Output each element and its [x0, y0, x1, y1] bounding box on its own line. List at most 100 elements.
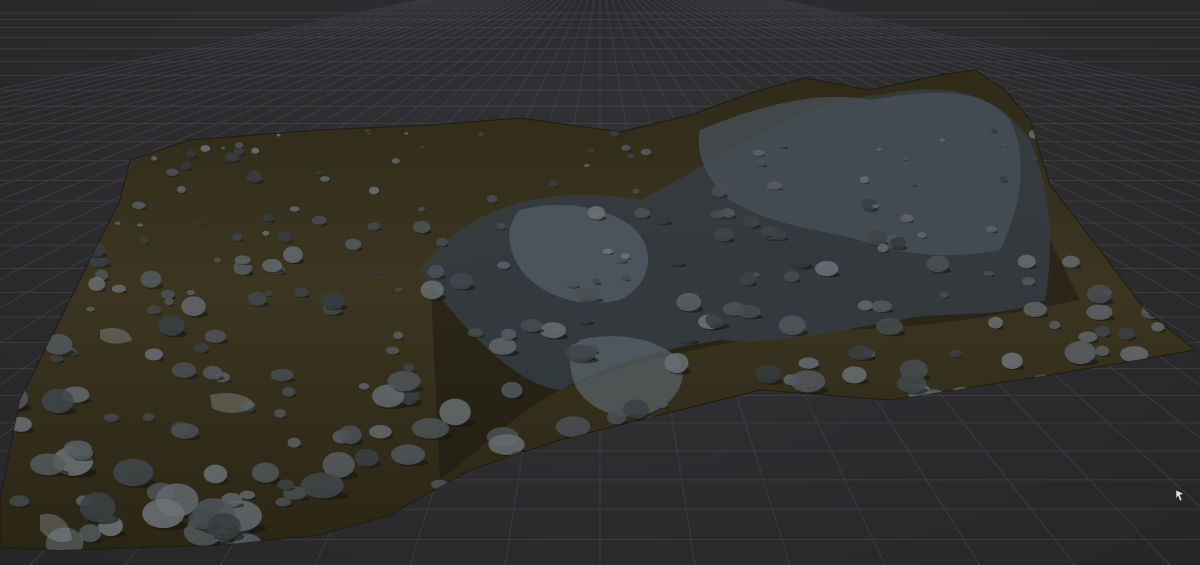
- rock: [566, 279, 580, 288]
- rock: [795, 428, 817, 444]
- rock: [622, 399, 650, 419]
- rock: [234, 142, 244, 149]
- rock: [711, 185, 727, 198]
- rock: [289, 206, 300, 212]
- rock: [907, 180, 917, 187]
- rock-shadow: [383, 553, 424, 564]
- rock: [374, 270, 382, 275]
- rock: [181, 296, 206, 317]
- rock: [587, 148, 595, 154]
- rock: [676, 292, 701, 312]
- rock: [628, 458, 654, 478]
- rock: [151, 156, 158, 161]
- rock-shadow: [921, 503, 953, 513]
- rock: [634, 207, 650, 219]
- rock: [854, 528, 877, 546]
- rock-shadow: [1119, 255, 1129, 258]
- rock-shadow: [1113, 189, 1124, 193]
- rock: [234, 255, 251, 265]
- rock-shadow: [477, 507, 513, 517]
- rock-shadow: [1109, 492, 1147, 503]
- rock: [207, 513, 241, 540]
- rock: [393, 331, 404, 340]
- rock: [1086, 304, 1113, 320]
- rock: [420, 145, 426, 149]
- rock: [9, 495, 30, 507]
- rock-shadow: [1054, 387, 1070, 392]
- 3d-viewport[interactable]: [0, 0, 1200, 565]
- rock: [875, 318, 903, 336]
- rock-shadow: [702, 516, 727, 523]
- rock: [413, 220, 431, 234]
- rock-shadow: [733, 482, 756, 488]
- rock: [967, 436, 1001, 459]
- rock: [10, 416, 32, 432]
- rock-shadow: [1036, 386, 1055, 393]
- rock: [1111, 215, 1120, 223]
- rock: [985, 226, 997, 233]
- rock: [251, 462, 280, 483]
- rock-shadow: [606, 532, 648, 543]
- rock-shadow: [529, 525, 561, 536]
- cursor-icon: [1175, 489, 1185, 502]
- rock-shadow: [1017, 531, 1035, 535]
- rock: [565, 344, 596, 362]
- rock: [848, 345, 873, 360]
- rock: [417, 207, 425, 212]
- terrain-mesh[interactable]: [0, 69, 1197, 565]
- rock: [1078, 331, 1098, 343]
- rock: [497, 261, 511, 269]
- rock: [246, 170, 262, 183]
- rock: [1111, 184, 1123, 192]
- rock: [602, 248, 613, 255]
- rock: [814, 524, 835, 537]
- rock-shadow: [40, 172, 47, 174]
- rock: [1063, 436, 1076, 448]
- rock: [1120, 346, 1149, 363]
- rock: [137, 223, 144, 227]
- rock: [575, 287, 602, 302]
- rock: [177, 185, 186, 194]
- rock: [185, 149, 197, 158]
- rock: [166, 168, 179, 177]
- rock: [68, 445, 94, 461]
- rock: [186, 289, 195, 296]
- rock: [364, 129, 371, 133]
- rock: [439, 398, 471, 426]
- rock: [251, 147, 260, 154]
- rock: [283, 246, 303, 264]
- rock-shadow: [974, 526, 1008, 536]
- rock-shadow: [927, 401, 948, 408]
- rock-shadow: [765, 516, 781, 521]
- rock: [467, 328, 484, 338]
- rock: [403, 363, 415, 373]
- rock: [49, 252, 63, 261]
- rock-shadow: [739, 542, 775, 550]
- rock-shadow: [944, 420, 976, 429]
- rock: [1027, 481, 1062, 502]
- rock-shadow: [632, 478, 663, 486]
- rock: [221, 147, 226, 150]
- rock: [1002, 143, 1008, 147]
- rock: [621, 274, 630, 281]
- rock: [501, 381, 523, 399]
- rock: [938, 406, 973, 427]
- rock: [798, 357, 819, 369]
- scene-canvas[interactable]: [0, 0, 1200, 565]
- rock: [877, 148, 882, 151]
- rock-shadow: [31, 336, 40, 340]
- rock: [900, 214, 914, 223]
- rock: [755, 364, 782, 384]
- rock: [502, 504, 532, 530]
- rock: [264, 290, 273, 297]
- rock: [859, 176, 869, 184]
- rock: [200, 145, 211, 152]
- rock: [632, 188, 640, 195]
- rock-shadow: [1142, 468, 1164, 474]
- rock: [262, 258, 283, 273]
- rock-shadow: [1042, 443, 1065, 450]
- rock: [627, 153, 635, 159]
- rock-shadow: [52, 258, 65, 262]
- rock: [34, 142, 43, 149]
- rock-shadow: [131, 142, 135, 144]
